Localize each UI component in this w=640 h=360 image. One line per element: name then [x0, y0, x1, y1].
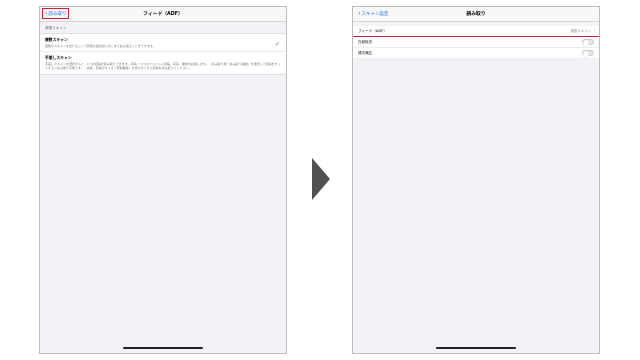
row-blank-page-removal[interactable]: 白紙除去	[353, 36, 599, 49]
blank-page-removal-toggle[interactable]	[582, 39, 594, 46]
option-manual-scan[interactable]: 手差しスキャン 手差しスキャンを選択すると、1つの原稿を読み取りできます。原稿：…	[40, 52, 286, 73]
page-title: 読み取り	[466, 12, 486, 17]
screen-feed-adf: ‹読み取り フィード（ADF） 原稿スキャン 複数スキャン 複数のスキャンを続け…	[39, 6, 287, 354]
arrow-right-icon	[312, 158, 330, 200]
option-multi-scan[interactable]: 複数スキャン 複数のスキャンを続けることで原稿を連続的にまとめて読み取ることがで…	[40, 34, 286, 53]
checkmark-icon: ✓	[274, 41, 280, 48]
page-title: フィード（ADF）	[143, 12, 183, 17]
home-indicator	[436, 347, 516, 349]
row-feed-adf[interactable]: フィード（ADF） 複数スキャン ›	[353, 26, 599, 37]
chevron-right-icon: ›	[594, 28, 596, 34]
screen-reading: ‹スキャン設定 読み取り フィード（ADF） 複数スキャン › 白紙除去 傾き補…	[352, 6, 600, 354]
row-skew-correction[interactable]: 傾き補正	[353, 48, 599, 59]
row-value: 複数スキャン	[570, 29, 591, 33]
nav-bar: ‹スキャン設定 読み取り	[353, 7, 599, 22]
home-indicator	[123, 347, 203, 349]
section-header: 原稿スキャン	[45, 26, 67, 30]
options-group: 複数スキャン 複数のスキャンを続けることで原稿を連続的にまとめて読み取ることがで…	[40, 33, 286, 75]
skew-correction-toggle[interactable]	[582, 50, 594, 57]
nav-bar: ‹読み取り フィード（ADF）	[40, 7, 286, 22]
